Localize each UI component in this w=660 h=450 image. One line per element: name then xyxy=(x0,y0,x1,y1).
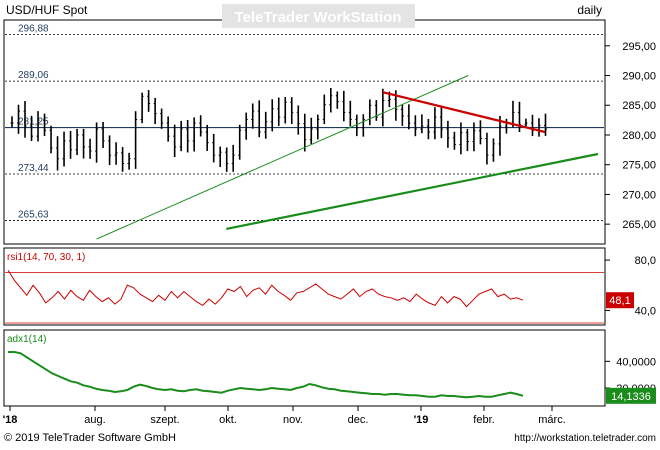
x-tick-label: '18 xyxy=(3,414,18,426)
level-label: 289,06 xyxy=(18,70,49,81)
x-tick-label: febr. xyxy=(473,414,494,426)
rsi-y-tick-label: 40,0 xyxy=(635,305,656,317)
copyright-text: © 2019 TeleTrader Software GmbH xyxy=(4,432,176,444)
x-axis: '18 aug. szept. okt. nov. dec. '19 febr. márc. xyxy=(3,406,566,426)
chart-svg: TeleTrader WorkStation USD/HUF Spot dail… xyxy=(3,3,656,444)
x-tick-label: szept. xyxy=(150,414,179,426)
x-tick-label: márc. xyxy=(538,414,566,426)
rsi-value-label: 48,1 xyxy=(609,295,630,307)
price-y-tick-label: 265,00 xyxy=(622,219,656,231)
x-tick-label: aug. xyxy=(84,414,105,426)
x-tick-label: nov. xyxy=(283,414,303,426)
rsi-y-tick-label: 80,0 xyxy=(635,255,656,267)
level-label: 296,88 xyxy=(18,24,49,35)
period-label: daily xyxy=(577,3,602,17)
watermark-text: TeleTrader WorkStation xyxy=(235,9,402,26)
chart-container: TeleTrader WorkStation USD/HUF Spot dail… xyxy=(0,0,660,445)
adx-y-axis: 20,000040,000014,1336 xyxy=(605,356,656,404)
source-url: http://workstation.teletrader.com xyxy=(514,433,656,444)
x-tick-label: '19 xyxy=(414,414,429,426)
price-y-tick-label: 270,00 xyxy=(622,189,656,201)
price-y-tick-label: 280,00 xyxy=(622,130,656,142)
rsi-title: rsi1(14, 70, 30, 1) xyxy=(7,252,85,263)
level-label: 273,44 xyxy=(18,163,49,174)
price-y-axis: 265,00 270,00 275,00 280,00 285,00 290,00 295,… xyxy=(605,41,656,231)
rsi-y-axis: 40,0 80,0 48,1 xyxy=(605,255,656,317)
price-y-tick-label: 295,00 xyxy=(622,41,656,53)
level-label: 265,63 xyxy=(18,209,49,220)
price-y-tick-label: 290,00 xyxy=(622,71,656,83)
instrument-title: USD/HUF Spot xyxy=(6,3,88,17)
price-y-tick-label: 275,00 xyxy=(622,160,656,172)
x-tick-label: okt. xyxy=(219,414,237,426)
adx-y-tick-label: 40,0000 xyxy=(616,356,656,368)
rsi-panel-frame xyxy=(3,247,606,326)
x-tick-label: dec. xyxy=(348,414,369,426)
adx-value-label: 14,1336 xyxy=(611,391,651,403)
adx-title: adx1(14) xyxy=(7,334,46,345)
price-y-tick-label: 285,00 xyxy=(622,100,656,112)
